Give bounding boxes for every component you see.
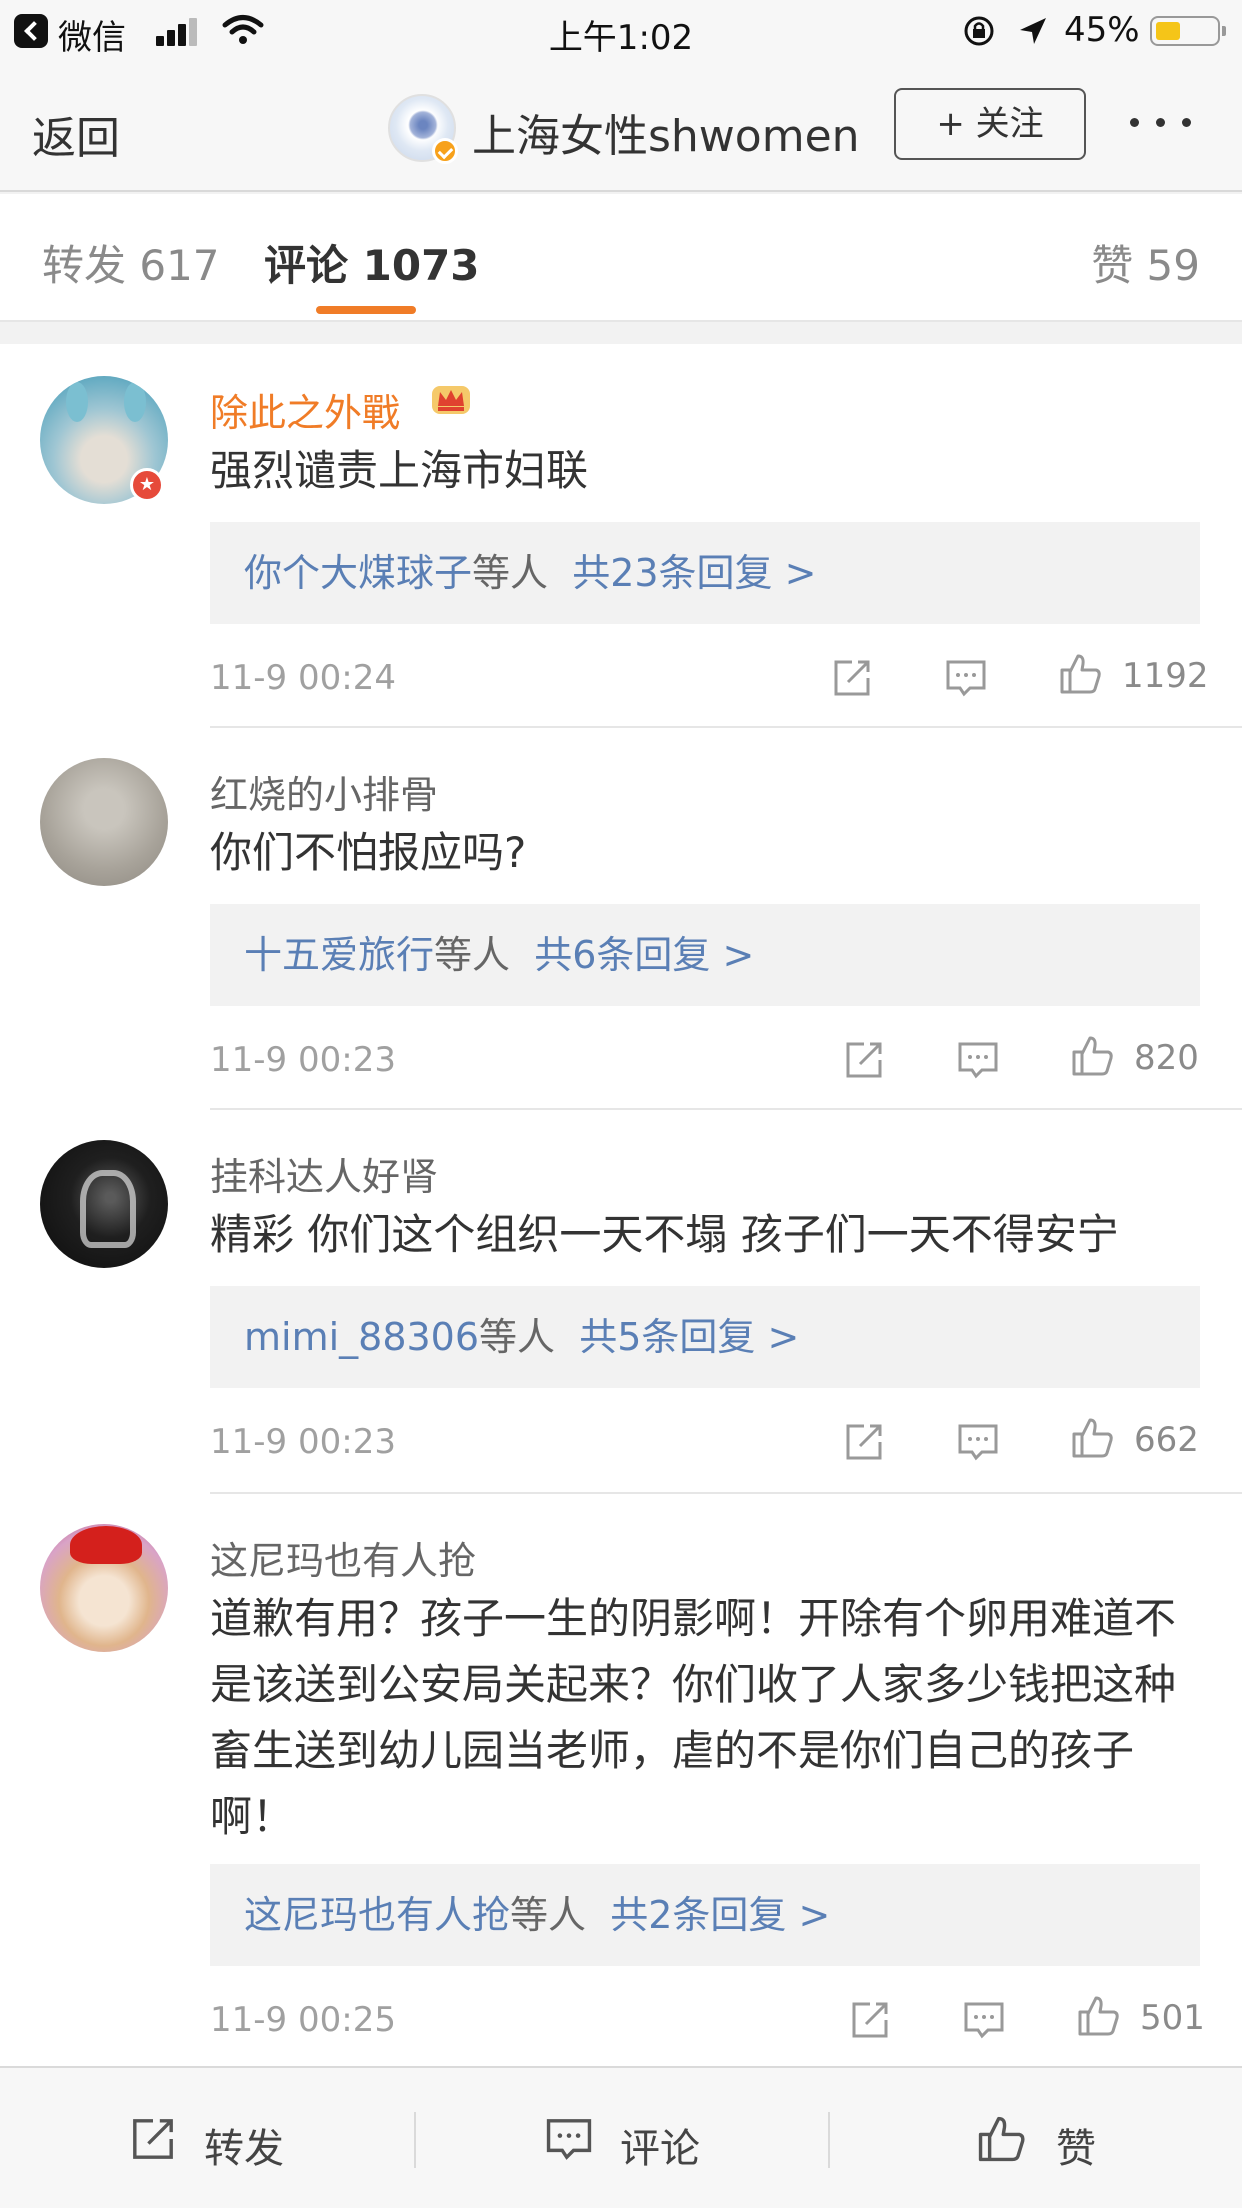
bottom-action-bar: 转发 评论 赞 (0, 2066, 1242, 2208)
battery-icon (1150, 16, 1226, 46)
replies-summary[interactable]: mimi_88306等人 共5条回复 > (210, 1286, 1200, 1388)
comment-bubble-icon (546, 2119, 592, 2160)
comment-text: 你们不怕报应吗? (210, 828, 527, 877)
navigation-bar: 返回 上海女性shwomen + 关注 (0, 60, 1242, 192)
comment-label: 评论 (620, 2126, 700, 2172)
reply-suffix: 等人 (510, 1893, 587, 1937)
comment-bubble-icon[interactable] (956, 1420, 1000, 1464)
reply-suffix: 等人 (472, 551, 549, 595)
reply-suffix: 等人 (434, 933, 511, 977)
comment-item: 挂科达人好肾 精彩 你们这个组织一天不塌 孩子们一天不得安宁 mimi_8830… (0, 1110, 1242, 1492)
replies-summary[interactable]: 这尼玛也有人抢等人 共2条回复 > (210, 1864, 1200, 1966)
reply-user-link[interactable]: 这尼玛也有人抢 (244, 1893, 510, 1937)
like-count: 662 (1134, 1420, 1199, 1460)
thumbs-up-icon[interactable] (1058, 652, 1102, 696)
tab-comments[interactable]: 评论 1073 (264, 232, 480, 293)
reply-count-link[interactable]: 共2条回复 > (610, 1893, 830, 1937)
like-button[interactable]: 赞 (830, 2068, 1242, 2208)
like-count: 501 (1140, 1998, 1205, 2038)
replies-summary[interactable]: 你个大煤球子等人 共23条回复 > (210, 522, 1200, 624)
more-options-icon[interactable] (1130, 108, 1210, 138)
rotation-lock-icon (964, 16, 994, 46)
reply-user-link[interactable]: 十五爱旅行 (244, 933, 434, 977)
active-tab-indicator (316, 306, 416, 314)
username[interactable]: 挂科达人好肾 (210, 1146, 438, 1201)
repost-button[interactable]: 转发 (0, 2068, 414, 2208)
reply-user-link[interactable]: 你个大煤球子 (244, 551, 472, 595)
member-badge-icon: ★ (130, 468, 164, 502)
thumbs-up-icon (978, 2116, 1025, 2162)
reply-suffix: 等人 (479, 1315, 556, 1359)
replies-summary[interactable]: 十五爱旅行等人 共6条回复 > (210, 904, 1200, 1006)
comment-text: 精彩 你们这个组织一天不塌 孩子们一天不得安宁 (210, 1210, 1119, 1259)
reply-count-link[interactable]: 共6条回复 > (534, 933, 754, 977)
back-button[interactable]: 返回 (32, 102, 120, 166)
crown-icon (432, 386, 470, 414)
comment-bubble-icon[interactable] (962, 1998, 1006, 2042)
comment-item: 这尼玛也有人抢 道歉有用？孩子一生的阴影啊！开除有个卵用难道不是该送到公安局关起… (0, 1494, 1242, 2066)
follow-button[interactable]: + 关注 (894, 88, 1086, 160)
like-count: 1192 (1122, 656, 1209, 696)
avatar[interactable] (40, 1140, 168, 1268)
comment-time: 11-9 00:24 (210, 658, 396, 698)
tab-bar: 转发 617 评论 1073 赞 59 (0, 194, 1242, 322)
comment-item: 红烧的小排骨 你们不怕报应吗? 十五爱旅行等人 共6条回复 > 11-9 00:… (0, 728, 1242, 1108)
share-arrow-icon[interactable] (830, 656, 874, 700)
clock: 上午1:02 (548, 18, 694, 58)
comment-bubble-icon[interactable] (944, 656, 988, 700)
username[interactable]: 除此之外戰 (210, 382, 400, 437)
reply-user-link[interactable]: mimi_88306 (244, 1315, 479, 1359)
comment-bubble-icon[interactable] (956, 1038, 1000, 1082)
reply-count-link[interactable]: 共23条回复 > (572, 551, 816, 595)
status-bar: 微信 上午1:02 45% (0, 0, 1242, 60)
username[interactable]: 这尼玛也有人抢 (210, 1530, 476, 1585)
tab-reposts[interactable]: 转发 617 (42, 232, 220, 293)
comment-list: ★ 除此之外戰 强烈谴责上海市妇联 你个大煤球子等人 共23条回复 > 11-9… (0, 344, 1242, 2066)
repost-label: 转发 (204, 2126, 284, 2172)
comment-text: 强烈谴责上海市妇联 (210, 446, 589, 495)
avatar[interactable] (40, 758, 168, 886)
verified-badge-icon (432, 138, 458, 164)
comment-time: 11-9 00:23 (210, 1040, 396, 1080)
username[interactable]: 红烧的小排骨 (210, 764, 438, 819)
location-arrow-icon (1020, 18, 1046, 44)
thumbs-up-icon[interactable] (1070, 1034, 1114, 1078)
comment-text: 道歉有用？孩子一生的阴影啊！开除有个卵用难道不是该送到公安局关起来？你们收了人家… (210, 1594, 1177, 1841)
battery-percent: 45% (1064, 10, 1140, 50)
comment-button[interactable]: 评论 (416, 2068, 830, 2208)
share-arrow-icon[interactable] (848, 1998, 892, 2042)
tab-likes[interactable]: 赞 59 (1091, 232, 1200, 293)
like-count: 820 (1134, 1038, 1199, 1078)
comment-time: 11-9 00:23 (210, 1422, 396, 1462)
like-label: 赞 (1056, 2126, 1096, 2172)
avatar[interactable] (40, 1524, 168, 1652)
thumbs-up-icon[interactable] (1076, 1994, 1120, 2038)
comment-item: ★ 除此之外戰 强烈谴责上海市妇联 你个大煤球子等人 共23条回复 > 11-9… (0, 344, 1242, 726)
comment-time: 11-9 00:25 (210, 2000, 396, 2040)
battery-fill (1156, 22, 1180, 40)
share-arrow-icon[interactable] (842, 1420, 886, 1464)
account-name[interactable]: 上海女性shwomen (472, 100, 860, 164)
reply-count-link[interactable]: 共5条回复 > (579, 1315, 799, 1359)
share-arrow-icon[interactable] (842, 1038, 886, 1082)
share-arrow-icon (133, 2119, 173, 2159)
thumbs-up-icon[interactable] (1070, 1416, 1114, 1460)
